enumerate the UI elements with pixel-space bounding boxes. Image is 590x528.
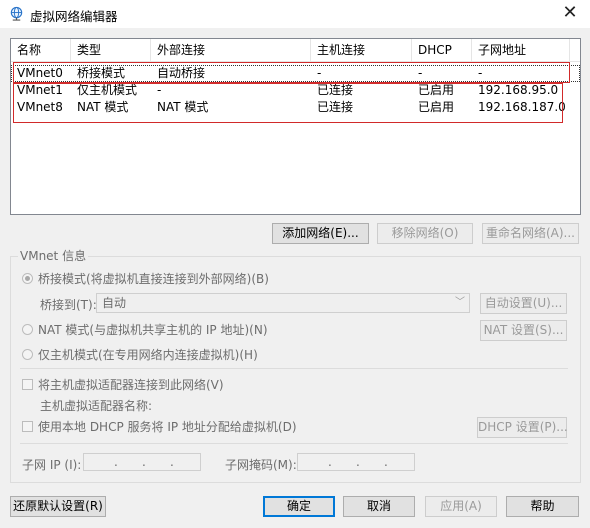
cell-type: 桥接模式 — [77, 66, 126, 80]
divider — [20, 368, 568, 369]
connect-adapter-label: 将主机虚拟适配器连接到此网络(V) — [38, 378, 224, 392]
cell-host: - — [317, 66, 322, 80]
ip-dot: . — [356, 455, 360, 469]
cell-subnet: - — [478, 66, 483, 80]
table-row[interactable]: VMnet0 桥接模式 自动桥接 - - - — [11, 65, 580, 82]
remove-network-button[interactable]: 移除网络(O) — [377, 223, 473, 244]
title-bar: 虚拟网络编辑器 ✕ — [0, 0, 590, 28]
dhcp-checkbox[interactable] — [22, 421, 33, 432]
cell-external: 自动桥接 — [157, 66, 206, 80]
divider — [20, 443, 568, 444]
cell-dhcp: 已启用 — [418, 83, 455, 97]
globe-network-icon — [10, 6, 23, 21]
bridge-to-value: 自动 — [102, 296, 127, 310]
cell-dhcp: 已启用 — [418, 100, 455, 114]
dhcp-label: 使用本地 DHCP 服务将 IP 地址分配给虚拟机(D) — [38, 420, 297, 434]
vmnet-info-title: VMnet 信息 — [18, 249, 89, 263]
ok-button[interactable]: 确定 — [263, 496, 335, 517]
host-only-radio[interactable] — [22, 349, 33, 360]
bridged-mode-label: 桥接模式(将虚拟机直接连接到外部网络)(B) — [38, 272, 269, 286]
nat-settings-button[interactable]: NAT 设置(S)... — [480, 320, 567, 341]
host-only-label: 仅主机模式(在专用网络内连接虚拟机)(H) — [38, 348, 258, 362]
subnet-mask-input[interactable]: . . . — [297, 453, 415, 471]
adapter-name-label: 主机虚拟适配器名称: — [40, 399, 153, 413]
window-title: 虚拟网络编辑器 — [30, 9, 118, 24]
table-row[interactable]: VMnet8 NAT 模式 NAT 模式 已连接 已启用 192.168.187… — [11, 99, 580, 116]
column-header-dhcp[interactable]: DHCP — [412, 39, 472, 61]
subnet-ip-input[interactable]: . . . — [83, 453, 201, 471]
column-header-host[interactable]: 主机连接 — [311, 39, 412, 61]
connect-adapter-checkbox[interactable] — [22, 379, 33, 390]
cell-host: 已连接 — [317, 83, 354, 97]
auto-settings-button[interactable]: 自动设置(U)... — [480, 293, 567, 314]
subnet-mask-label: 子网掩码(M): — [225, 458, 297, 472]
cell-name: VMnet1 — [17, 83, 63, 97]
cell-subnet: 192.168.187.0 — [478, 100, 566, 114]
table-row[interactable]: VMnet1 仅主机模式 - 已连接 已启用 192.168.95.0 — [11, 82, 580, 99]
ip-dot: . — [114, 455, 118, 469]
cell-name: VMnet8 — [17, 100, 63, 114]
subnet-ip-label: 子网 IP (I): — [22, 458, 82, 472]
rename-network-button[interactable]: 重命名网络(A)... — [482, 223, 579, 244]
cell-name: VMnet0 — [17, 66, 63, 80]
network-list[interactable]: 名称 类型 外部连接 主机连接 DHCP 子网地址 VMnet0 桥接模式 自动… — [10, 38, 581, 215]
cancel-button[interactable]: 取消 — [343, 496, 415, 517]
cell-type: NAT 模式 — [77, 100, 129, 114]
cell-external: NAT 模式 — [157, 100, 209, 114]
cell-type: 仅主机模式 — [77, 83, 138, 97]
column-header-type[interactable]: 类型 — [71, 39, 151, 61]
bridge-to-label: 桥接到(T): — [40, 298, 97, 312]
cell-host: 已连接 — [317, 100, 354, 114]
cell-dhcp: - — [418, 66, 423, 80]
nat-mode-radio[interactable] — [22, 324, 33, 335]
ip-dot: . — [328, 455, 332, 469]
list-header: 名称 类型 外部连接 主机连接 DHCP 子网地址 — [11, 39, 580, 62]
ip-dot: . — [384, 455, 388, 469]
chevron-down-icon: ﹀ — [455, 297, 465, 308]
apply-button[interactable]: 应用(A) — [425, 496, 497, 517]
close-icon[interactable]: ✕ — [558, 2, 582, 24]
cell-subnet: 192.168.95.0 — [478, 83, 559, 97]
cell-external: - — [157, 83, 162, 97]
ip-dot: . — [142, 455, 146, 469]
restore-defaults-button[interactable]: 还原默认设置(R) — [10, 496, 106, 517]
bridged-mode-radio[interactable] — [22, 273, 33, 284]
help-button[interactable]: 帮助 — [506, 496, 579, 517]
dhcp-settings-button[interactable]: DHCP 设置(P)... — [477, 417, 568, 438]
bridge-to-select[interactable]: 自动 ﹀ — [96, 293, 470, 313]
nat-mode-label: NAT 模式(与虚拟机共享主机的 IP 地址)(N) — [38, 323, 268, 337]
add-network-button[interactable]: 添加网络(E)... — [272, 223, 369, 244]
vmnet-info-group — [10, 256, 581, 483]
ip-dot: . — [170, 455, 174, 469]
column-header-external[interactable]: 外部连接 — [151, 39, 311, 61]
column-header-subnet[interactable]: 子网地址 — [472, 39, 570, 61]
column-header-name[interactable]: 名称 — [11, 39, 71, 61]
